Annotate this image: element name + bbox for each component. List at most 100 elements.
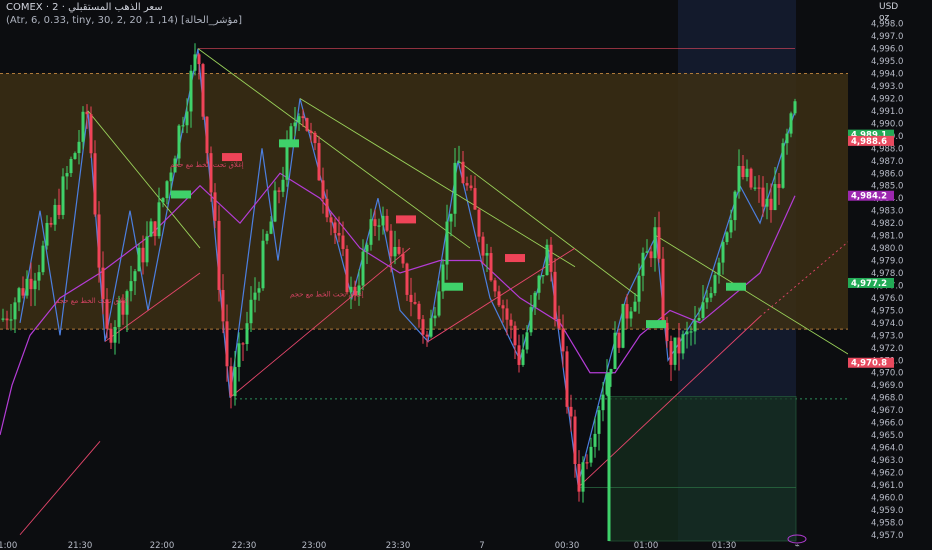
price-tick-label: 4,987.0 [871,157,903,167]
candle-body [93,153,97,215]
candle-body [501,305,505,309]
candle-body [213,192,217,221]
candle-body [241,343,245,345]
candle-body [521,349,525,365]
candle-body [537,275,541,293]
candle-body [77,141,81,154]
candle-body [709,293,713,298]
candle-body [629,311,633,319]
candle-body [637,275,641,302]
candle-body [21,288,25,296]
candle-body [217,220,221,290]
candle-body [237,343,241,367]
candle-body [581,462,585,492]
axis-unit: oz [879,13,890,23]
candle-body [713,275,717,294]
candle-body [429,318,433,337]
candle-body [329,217,333,223]
price-tick-label: 4,975.0 [871,306,903,316]
price-tick-label: 4,966.0 [871,419,903,429]
time-tick-label: 7 [479,541,484,550]
candle-body [745,168,749,177]
candle-body [205,116,209,154]
candle-body [325,198,329,218]
price-tick-label: 4,981.0 [871,232,903,242]
candle-body [273,190,277,222]
candle-body [341,235,345,249]
candle-body [25,278,29,296]
candle-body [589,446,593,463]
signal-box [726,282,746,291]
candle-body [305,118,309,131]
candle-body [729,220,733,233]
candle-body [769,198,773,211]
price-tick-label: 4,995.0 [871,57,903,67]
candle-body [737,165,741,192]
candle-body [433,315,437,319]
price-tick-label: 4,992.0 [871,94,903,104]
candle-body [293,122,297,127]
price-tag-label: 4,988.6 [851,137,887,147]
candle-body [453,162,457,214]
annotation-text: إغلاق تحت الخط مع حجم [55,297,129,305]
axis-currency: USD [879,2,899,12]
candle-body [513,325,517,346]
signal-box [646,320,666,329]
candle-body [565,351,569,407]
candle-body [477,209,481,237]
candle-body [61,176,65,215]
price-tick-label: 4,970.0 [871,369,903,379]
candle-body [337,232,341,236]
candle-body [89,114,93,154]
candle-body [533,292,537,308]
candle-body [169,172,173,182]
candle-body [673,337,677,365]
candle-body [449,213,453,222]
candle-body [73,153,77,159]
signal-box [443,282,463,291]
candle-body [141,247,145,263]
candle-body [641,252,645,276]
candle-body [685,331,689,335]
candle-body [669,341,673,365]
price-tick-label: 4,994.0 [871,70,903,80]
candle-body [209,153,213,193]
price-tick-label: 4,997.0 [871,32,903,42]
candle-body [697,317,701,321]
candle-body [757,187,761,189]
candle-body [101,267,105,300]
price-tick-label: 4,965.0 [871,431,903,441]
candle-body [457,161,461,163]
candle-body [29,278,33,290]
price-tick-label: 4,983.0 [871,207,903,217]
candle-body [317,143,321,181]
candle-body [145,236,149,263]
candle-body [9,319,13,321]
candle-body [569,406,573,417]
candle-body [773,184,777,211]
candle-body [233,366,237,397]
signal-box [222,153,242,162]
price-chart[interactable]: إغلاق تحت الخط مع حجم إغلاق تحت الخط مع ح… [0,0,932,550]
candle-body [621,304,625,348]
candle-body [633,301,637,312]
candle-body [49,222,53,225]
candle-body [265,233,269,241]
candle-body [777,184,781,188]
price-tick-label: 4,976.0 [871,294,903,304]
candle-body [793,101,797,114]
price-tick-label: 4,959.0 [871,506,903,516]
candle-body [493,280,497,292]
candle-body [421,319,425,335]
annotation-text: إغلاق تحت الخط مع حجم [170,161,244,169]
candle-body [465,183,469,186]
candle-body [689,331,693,333]
price-axis[interactable]: 4,957.0 4,958.0 4,959.0 4,960.0 4,961.0 4,962… [848,0,932,550]
price-tick-label: 4,982.0 [871,219,903,229]
candle-body [597,410,601,434]
price-tick-label: 4,958.0 [871,518,903,528]
candle-body [413,302,417,304]
time-tick-label: 21:00 [0,541,17,550]
candle-body [309,130,313,133]
candle-body [277,190,281,192]
